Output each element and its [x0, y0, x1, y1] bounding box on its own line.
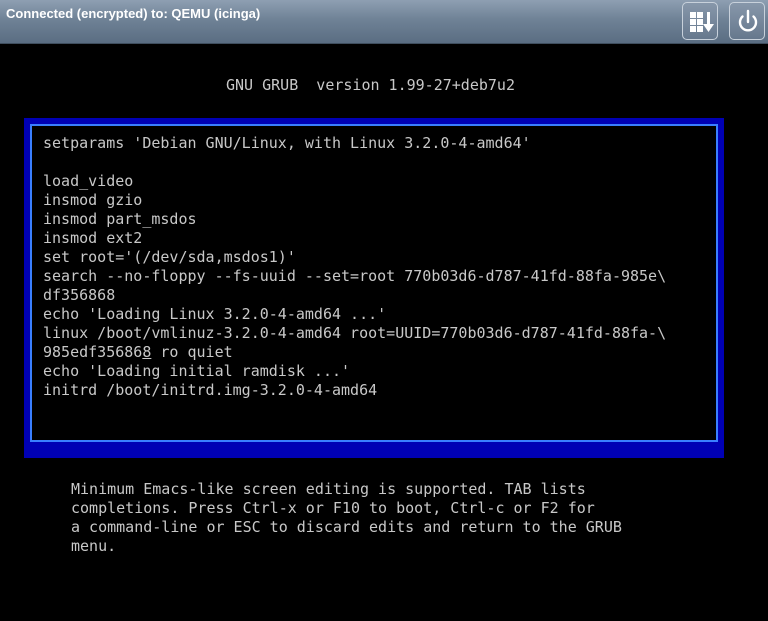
- edit-line: [43, 153, 666, 172]
- grub-entry-editor[interactable]: setparams 'Debian GNU/Linux, with Linux …: [43, 134, 666, 400]
- editing-help-text: Minimum Emacs-like screen editing is sup…: [71, 480, 622, 556]
- help-line: menu.: [71, 537, 117, 555]
- text-cursor: 8: [142, 343, 152, 361]
- grub-version-header: GNU GRUB version 1.99-27+deb7u2: [226, 76, 515, 94]
- power-icon: [738, 9, 758, 32]
- edit-line: df356868: [43, 286, 116, 304]
- edit-line: set root='(/dev/sda,msdos1)': [43, 248, 296, 266]
- edit-line: setparams 'Debian GNU/Linux, with Linux …: [43, 134, 531, 152]
- help-line: completions. Press Ctrl-x or F10 to boot…: [71, 499, 595, 517]
- edit-line: load_video: [43, 172, 134, 190]
- help-line: Minimum Emacs-like screen editing is sup…: [71, 480, 586, 498]
- edit-line: initrd /boot/initrd.img-3.2.0-4-amd64: [43, 381, 378, 399]
- edit-line: insmod part_msdos: [43, 210, 197, 228]
- edit-line-with-cursor: 985edf356868 ro quiet: [43, 343, 233, 361]
- edit-line: echo 'Loading Linux 3.2.0-4-amd64 ...': [43, 305, 387, 323]
- edit-line: search --no-floppy --fs-uuid --set=root …: [43, 267, 667, 285]
- console-screen[interactable]: GNU GRUB version 1.99-27+deb7u2 setparam…: [0, 44, 768, 621]
- edit-line: insmod gzio: [43, 191, 143, 209]
- power-button[interactable]: [729, 2, 765, 40]
- connection-bar: Connected (encrypted) to: QEMU (icinga): [0, 0, 768, 44]
- edit-line: linux /boot/vmlinuz-3.2.0-4-amd64 root=U…: [43, 324, 667, 342]
- edit-line: echo 'Loading initial ramdisk ...': [43, 362, 351, 380]
- send-keys-button[interactable]: [682, 2, 718, 40]
- vnc-window: Connected (encrypted) to: QEMU (icinga) …: [0, 0, 768, 621]
- send-keys-icon: [690, 12, 714, 32]
- edit-line: insmod ext2: [43, 229, 143, 247]
- help-line: a command-line or ESC to discard edits a…: [71, 518, 622, 536]
- connection-status: Connected (encrypted) to: QEMU (icinga): [6, 6, 261, 21]
